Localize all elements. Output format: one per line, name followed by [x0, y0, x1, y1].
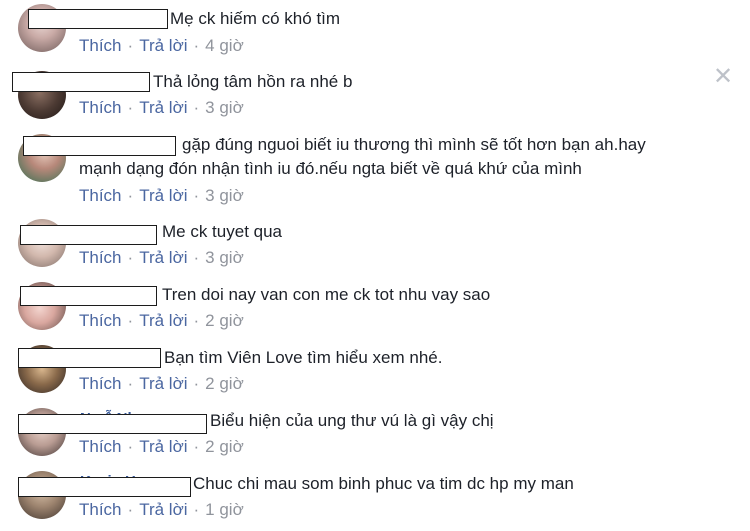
redacted-name: [18, 477, 191, 497]
reply-link[interactable]: Trả lời: [139, 311, 187, 330]
comment-text: gặp đúng nguoi biết iu thương thì mình s…: [182, 135, 646, 154]
redacted-name: [20, 286, 157, 306]
comment-text: Mẹ ck hiếm có khó tìm: [170, 9, 341, 28]
reply-link[interactable]: Trả lời: [139, 248, 187, 267]
comment-text: Bạn tìm Viên Love tìm hiểu xem nhé.: [164, 348, 443, 367]
reply-link[interactable]: Trả lời: [139, 98, 187, 117]
timestamp[interactable]: 2 giờ: [205, 374, 244, 393]
comment-item: gặp đúng nguoi biết iu thương thì mình s…: [0, 126, 750, 211]
reply-link[interactable]: Trả lời: [139, 36, 187, 55]
timestamp[interactable]: 2 giờ: [205, 311, 244, 330]
like-link[interactable]: Thích: [79, 36, 122, 55]
comment-actions: Thích · Trả lời · 2 giờ: [79, 437, 244, 456]
comment-text: Chuc chi mau som binh phuc va tim dc hp …: [193, 474, 574, 493]
timestamp[interactable]: 3 giờ: [205, 248, 244, 267]
timestamp[interactable]: 2 giờ: [205, 437, 244, 456]
reply-link[interactable]: Trả lời: [139, 374, 187, 393]
comment-text: Biểu hiện của ung thư vú là gì vậy chị: [210, 411, 494, 430]
comment-actions: Thích · Trả lời · 2 giờ: [79, 374, 244, 393]
like-link[interactable]: Thích: [79, 311, 122, 330]
comment-item: Bạn tìm Viên Love tìm hiểu xem nhé. Thíc…: [0, 338, 750, 401]
redacted-name: [18, 348, 161, 368]
comment-actions: Thích · Trả lời · 3 giờ: [79, 98, 244, 117]
comment-item: Ng ễ Nh Biểu hiện của ung thư vú là gì v…: [0, 401, 750, 464]
like-link[interactable]: Thích: [79, 500, 122, 519]
timestamp[interactable]: 1 giờ: [205, 500, 244, 519]
redacted-name: [28, 9, 168, 29]
reply-link[interactable]: Trả lời: [139, 437, 187, 456]
comment-text: Thả lỏng tâm hồn ra nhé b: [153, 72, 353, 91]
comment-actions: Thích · Trả lời · 2 giờ: [79, 311, 244, 330]
timestamp[interactable]: 4 giờ: [205, 36, 244, 55]
comment-text: Tren doi nay van con me ck tot nhu vay s…: [162, 285, 491, 304]
comment-text: Me ck tuyet qua: [162, 222, 283, 241]
comment-item: Thả lỏng tâm hồn ra nhé b Thích · Trả lời ·…: [0, 62, 750, 125]
like-link[interactable]: Thích: [79, 186, 122, 205]
comment-actions: Thích · Trả lời · 3 giờ: [79, 186, 244, 205]
comment-item: Me ck tuyet qua Thích · Trả lời · 3 giờ: [0, 212, 750, 275]
timestamp[interactable]: 3 giờ: [205, 98, 244, 117]
redacted-name: [18, 414, 207, 434]
timestamp[interactable]: 3 giờ: [205, 186, 244, 205]
comment-actions: Thích · Trả lời · 3 giờ: [79, 248, 244, 267]
comment-item: Mẹ ck hiếm có khó tìm Thích · Trả lời · 4 gi…: [0, 0, 750, 63]
reply-link[interactable]: Trả lời: [139, 500, 187, 519]
like-link[interactable]: Thích: [79, 248, 122, 267]
redacted-name: [12, 72, 150, 92]
redacted-name: [23, 136, 176, 156]
like-link[interactable]: Thích: [79, 437, 122, 456]
comment-item: Kevin Hoang Chuc chi mau som binh phuc v…: [0, 464, 750, 527]
like-link[interactable]: Thích: [79, 98, 122, 117]
reply-link[interactable]: Trả lời: [139, 186, 187, 205]
comment-item: Tren doi nay van con me ck tot nhu vay s…: [0, 275, 750, 338]
comment-text-continued: mạnh dạng đón nhận tình iu đó.nếu ngta b…: [79, 159, 582, 178]
redacted-name: [20, 225, 157, 245]
like-link[interactable]: Thích: [79, 374, 122, 393]
comment-actions: Thích · Trả lời · 4 giờ: [79, 36, 244, 55]
comment-actions: Thích · Trả lời · 1 giờ: [79, 500, 244, 519]
